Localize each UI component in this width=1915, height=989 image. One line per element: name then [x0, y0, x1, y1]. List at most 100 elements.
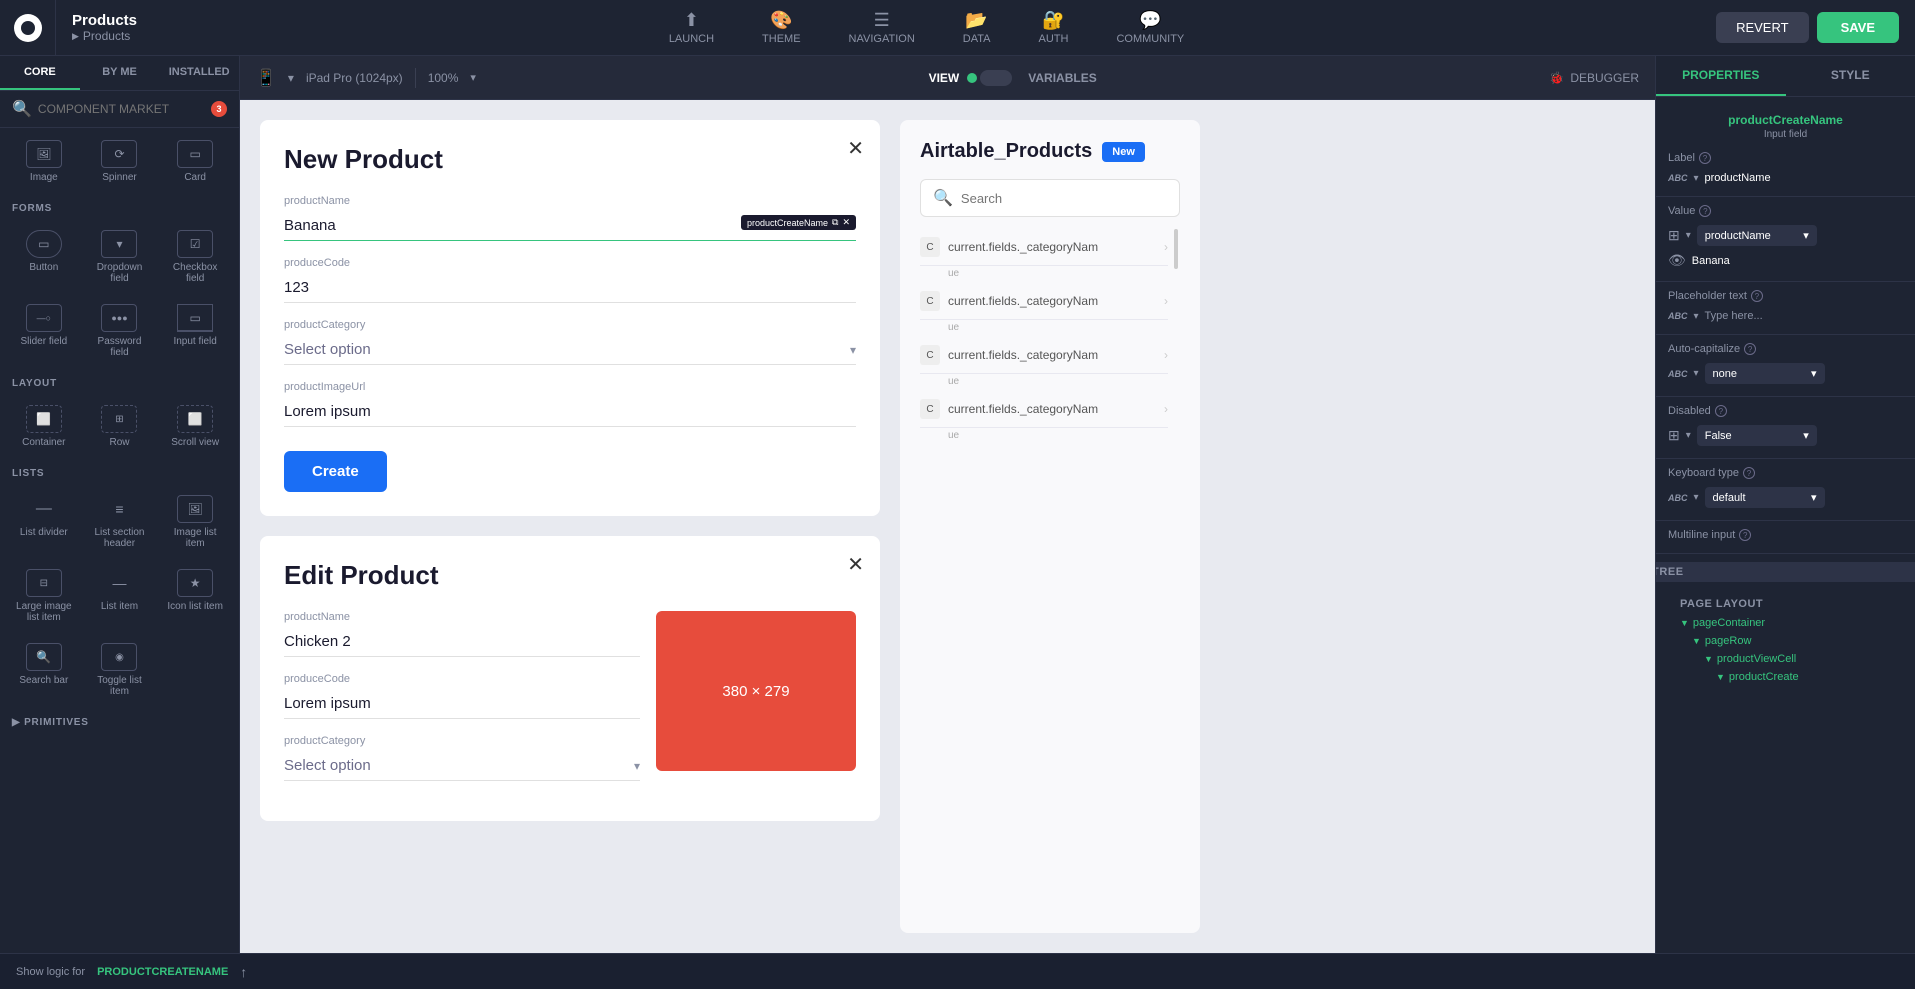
- airtable-title: Airtable_Products: [920, 140, 1092, 163]
- component-password-field[interactable]: ●●● Password field: [84, 296, 156, 366]
- edit-producecode-input[interactable]: [284, 689, 640, 719]
- component-toggle-list-item[interactable]: ◉ Toggle list item: [84, 635, 156, 705]
- debugger-icon: 🐞: [1549, 71, 1564, 85]
- component-input-field[interactable]: ▭ Input field: [159, 296, 231, 366]
- airtable-row-2: C current.fields._categoryNam ›: [920, 283, 1168, 320]
- value-info-icon: ?: [1699, 205, 1711, 217]
- productcategory-select[interactable]: Select option ▾: [284, 335, 856, 365]
- value-binding-arrow: ▾: [1686, 230, 1691, 241]
- keyboard-dropdown[interactable]: default ▾: [1705, 487, 1825, 508]
- component-list-item[interactable]: — List item: [84, 561, 156, 631]
- app-logo[interactable]: [0, 0, 56, 56]
- nav-launch[interactable]: ⬆ LAUNCH: [661, 10, 722, 45]
- component-icon-list-item[interactable]: ★ Icon list item: [159, 561, 231, 631]
- airtable-row-icon-4: C: [920, 399, 940, 419]
- component-list-section-header[interactable]: ≡ List section header: [84, 487, 156, 557]
- debugger-button[interactable]: 🐞 DEBUGGER: [1549, 71, 1639, 85]
- component-card[interactable]: ▭ Card: [159, 132, 231, 191]
- primitives-section-label: ▶ PRIMITIVES: [0, 709, 239, 732]
- value-binding-dropdown[interactable]: productName ▾: [1697, 225, 1817, 246]
- airtable-subtext-1: ue: [920, 266, 1168, 283]
- component-large-image-list-item[interactable]: ⊟ Large image list item: [8, 561, 80, 631]
- producecode-input[interactable]: [284, 273, 856, 303]
- prop-value-row: Value ?: [1668, 205, 1903, 217]
- keyboard-value-row: ABC ▾ default ▾: [1668, 487, 1903, 508]
- product-create-name-link[interactable]: PRODUCTCREATENAME: [97, 966, 228, 978]
- tree-item-productcreate[interactable]: ▼ productCreate: [1668, 668, 1903, 686]
- prop-label-section: Label ? ABC ▾ productName: [1656, 152, 1915, 197]
- close-tag-icon: ✕: [842, 217, 850, 228]
- airtable-scrollbar[interactable]: [1172, 229, 1180, 445]
- component-search-bar[interactable]: 🔍 Search bar: [8, 635, 80, 705]
- new-product-close-button[interactable]: ✕: [847, 136, 864, 161]
- component-checkbox-field[interactable]: ☑ Checkbox field: [159, 222, 231, 292]
- disabled-dropdown[interactable]: False ▾: [1697, 425, 1817, 446]
- nav-theme[interactable]: 🎨 THEME: [754, 10, 809, 45]
- tab-style[interactable]: STYLE: [1786, 56, 1915, 96]
- productimageurl-input[interactable]: [284, 397, 856, 427]
- auth-icon: 🔐: [1042, 10, 1064, 31]
- top-components-grid: 🖼 Image ⟳ Spinner ▭ Card: [0, 128, 239, 195]
- component-slider-field[interactable]: —○ Slider field: [8, 296, 80, 366]
- dropdown-arrow: ▾: [288, 71, 294, 85]
- component-scroll-view[interactable]: ⬜ Scroll view: [159, 397, 231, 456]
- right-panel-content: productCreateName Input field Label ? AB…: [1656, 97, 1915, 953]
- component-row[interactable]: ⊞ Row: [84, 397, 156, 456]
- tab-core[interactable]: CORE: [0, 56, 80, 90]
- airtable-panel: Airtable_Products New 🔍 C current.fields…: [900, 120, 1200, 933]
- airtable-row-1: C current.fields._categoryNam ›: [920, 229, 1168, 266]
- component-dropdown-field[interactable]: ▾ Dropdown field: [84, 222, 156, 292]
- create-button[interactable]: Create: [284, 451, 387, 492]
- placeholder-prop-label: Placeholder text ?: [1668, 290, 1763, 302]
- prop-value-section: Value ? ⊞ ▾ productName ▾ 👁 Banana: [1656, 205, 1915, 282]
- tree-item-pagecontainer[interactable]: ▼ pageContainer: [1668, 614, 1903, 632]
- disabled-arrow: ▾: [1686, 430, 1691, 441]
- nav-navigation[interactable]: ☰ NAVIGATION: [841, 10, 923, 45]
- airtable-row-3: C current.fields._categoryNam ›: [920, 337, 1168, 374]
- component-container[interactable]: ⬜ Container: [8, 397, 80, 456]
- component-list-divider[interactable]: — List divider: [8, 487, 80, 557]
- value-binding-row: ⊞ ▾ productName ▾: [1668, 225, 1903, 246]
- autocapitalize-dropdown[interactable]: none ▾: [1705, 363, 1825, 384]
- edit-productcategory-select[interactable]: Select option ▾: [284, 751, 640, 781]
- component-spinner[interactable]: ⟳ Spinner: [84, 132, 156, 191]
- airtable-row-arrow-4: ›: [1164, 402, 1168, 416]
- autocapitalize-info-icon: ?: [1744, 343, 1756, 355]
- disabled-value-row: ⊞ ▾ False ▾: [1668, 425, 1903, 446]
- nav-auth[interactable]: 🔐 AUTH: [1030, 10, 1076, 45]
- canvas-inner: ✕ New Product productName productCreateN…: [240, 100, 1655, 953]
- revert-button[interactable]: REVERT: [1716, 12, 1809, 43]
- layout-grid: ⬜ Container ⊞ Row ⬜ Scroll view: [0, 393, 239, 460]
- edit-form-fields: productName produceCode: [284, 611, 640, 797]
- edit-productname-input[interactable]: [284, 627, 640, 657]
- search-icon: 🔍: [12, 99, 32, 119]
- nav-data[interactable]: 📂 DATA: [955, 10, 999, 45]
- lists-section-label: LISTS: [0, 460, 239, 483]
- disabled-prop-label: Disabled ?: [1668, 405, 1727, 417]
- top-nav: Products Products ⬆ LAUNCH 🎨 THEME ☰ NAV…: [0, 0, 1915, 56]
- view-toggle-track[interactable]: [967, 70, 1012, 86]
- edit-field-productcategory: productCategory Select option ▾: [284, 735, 640, 781]
- component-search-bar: 🔍 3: [0, 91, 239, 128]
- tree-arrow-pagerow: ▼: [1692, 636, 1701, 646]
- right-panel: PROPERTIES STYLE productCreateName Input…: [1655, 56, 1915, 953]
- search-input[interactable]: [38, 102, 205, 116]
- tab-by-me[interactable]: BY ME: [80, 56, 160, 90]
- component-image[interactable]: 🖼 Image: [8, 132, 80, 191]
- tab-properties[interactable]: PROPERTIES: [1656, 56, 1786, 96]
- tab-installed[interactable]: INSTALLED: [159, 56, 239, 90]
- component-button[interactable]: ▭ Button: [8, 222, 80, 292]
- edit-product-close-button[interactable]: ✕: [847, 552, 864, 577]
- disabled-info-icon: ?: [1715, 405, 1727, 417]
- tree-arrow-productcreate: ▼: [1716, 672, 1725, 682]
- new-product-title: New Product: [284, 144, 856, 175]
- component-image-list-item[interactable]: 🖼 Image list item: [159, 487, 231, 557]
- forms-column: ✕ New Product productName productCreateN…: [260, 120, 880, 933]
- nav-community[interactable]: 💬 COMMUNITY: [1108, 10, 1192, 45]
- save-button[interactable]: SAVE: [1817, 12, 1899, 43]
- airtable-search-input[interactable]: [961, 191, 1167, 206]
- new-product-panel: ✕ New Product productName productCreateN…: [260, 120, 880, 516]
- field-produce-code: produceCode: [284, 257, 856, 303]
- tree-item-productviewcell[interactable]: ▼ productViewCell: [1668, 650, 1903, 668]
- tree-item-pagerow[interactable]: ▼ pageRow: [1668, 632, 1903, 650]
